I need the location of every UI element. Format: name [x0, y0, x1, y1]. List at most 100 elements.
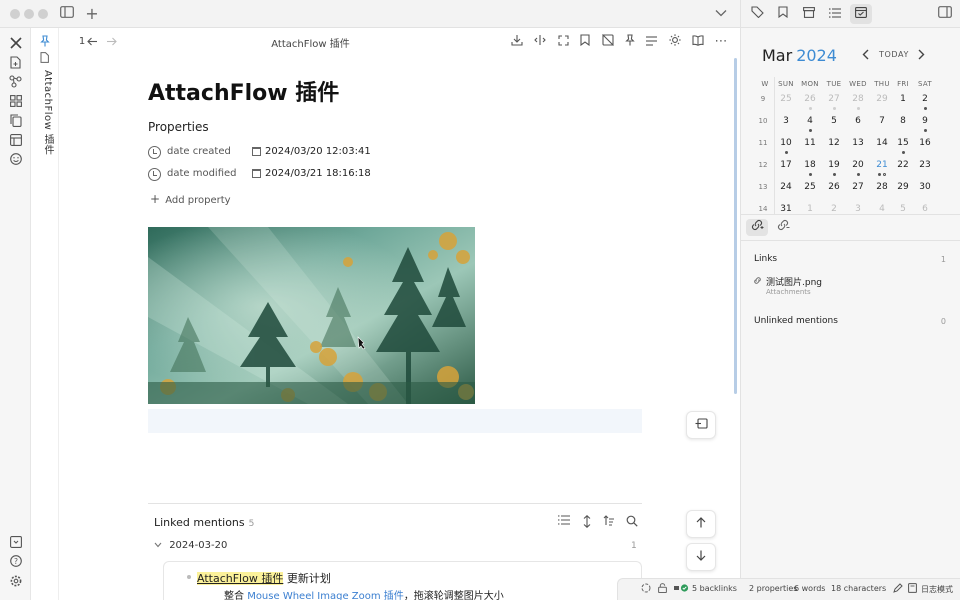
bookmark-page-icon[interactable] — [577, 34, 593, 50]
property-value[interactable]: 2024/03/20 12:03:41 — [265, 146, 371, 157]
calendar-day[interactable]: 11 — [798, 138, 822, 148]
properties-heading[interactable]: Properties — [148, 120, 209, 134]
calendar-day[interactable]: 28 — [846, 94, 870, 104]
backlinks-tab[interactable] — [746, 219, 768, 236]
calendar-day[interactable]: 24 — [774, 182, 798, 192]
template-icon[interactable] — [8, 134, 23, 149]
calendar-day[interactable]: 31 — [774, 204, 798, 214]
sidebar-float-button[interactable] — [686, 411, 716, 439]
calendar-week-number[interactable]: 14 — [753, 205, 773, 213]
sort-icon[interactable] — [602, 515, 616, 529]
calendar-day[interactable]: 10 — [774, 138, 798, 148]
calendar-day[interactable]: 12 — [822, 138, 846, 148]
embed-block[interactable] — [148, 409, 642, 433]
calendar-day[interactable]: 5 — [891, 204, 915, 214]
calendar-icon[interactable] — [850, 4, 872, 24]
graph-icon[interactable] — [8, 75, 23, 90]
calendar-day[interactable]: 23 — [913, 160, 937, 170]
calendar-week-number[interactable]: 12 — [753, 161, 773, 169]
pin-icon[interactable] — [40, 35, 50, 50]
backlinks-count[interactable]: 5 backlinks — [692, 584, 737, 593]
unlinked-section-title[interactable]: Unlinked mentions — [754, 316, 838, 326]
list-icon[interactable] — [644, 34, 660, 50]
close-icon[interactable] — [8, 37, 23, 52]
grid-icon[interactable] — [8, 95, 23, 110]
collapse-icon[interactable] — [580, 515, 594, 529]
mention-line[interactable]: AttachFlow 插件 更新计划 — [197, 570, 331, 586]
download-icon[interactable] — [509, 34, 525, 50]
fullscreen-icon[interactable] — [555, 34, 571, 50]
bookmark-icon[interactable] — [772, 4, 794, 24]
journal-icon[interactable] — [907, 583, 918, 594]
plugin-status-icon[interactable] — [673, 583, 689, 594]
sidebar-right-icon[interactable] — [934, 4, 956, 24]
linked-mentions-header[interactable]: Linked mentions 5 — [154, 516, 254, 529]
outgoing-links-tab[interactable] — [772, 219, 794, 236]
archive-icon[interactable] — [798, 4, 820, 24]
vault-icon[interactable] — [8, 536, 23, 551]
scrollbar[interactable] — [734, 58, 737, 394]
calendar-day[interactable]: 17 — [774, 160, 798, 170]
mention-group-header[interactable]: 2024-03-20 — [154, 540, 227, 551]
calendar-day[interactable]: 15 — [891, 138, 915, 148]
property-name[interactable]: date modified — [167, 168, 237, 179]
zoom-window-button[interactable] — [38, 9, 48, 19]
lock-icon[interactable] — [657, 583, 668, 594]
link-item-name[interactable]: 测试图片.png — [766, 275, 822, 288]
calendar-week-number[interactable]: 10 — [753, 117, 773, 125]
calendar-day[interactable]: 2 — [822, 204, 846, 214]
calendar-day[interactable]: 16 — [913, 138, 937, 148]
calendar-day[interactable]: 26 — [798, 94, 822, 104]
calendar-day[interactable]: 6 — [913, 204, 937, 214]
calendar-day[interactable]: 27 — [846, 182, 870, 192]
journal-mode-label[interactable]: 日志模式 — [921, 584, 953, 595]
no-image-icon[interactable] — [600, 34, 616, 50]
mention-highlight[interactable]: AttachFlow 插件 — [197, 572, 284, 585]
scroll-down-button[interactable] — [686, 543, 716, 571]
calendar-day[interactable]: 8 — [891, 116, 915, 126]
pin-page-icon[interactable] — [622, 34, 638, 50]
calendar-day[interactable]: 19 — [822, 160, 846, 170]
calendar-day[interactable]: 13 — [846, 138, 870, 148]
sun-icon[interactable] — [667, 34, 683, 50]
calendar-day[interactable]: 6 — [846, 116, 870, 126]
calendar-day[interactable]: 1 — [891, 94, 915, 104]
pinned-tab-label[interactable]: AttachFlow 插件 — [40, 70, 55, 155]
calendar-day[interactable]: 1 — [798, 204, 822, 214]
tags-icon[interactable] — [746, 4, 768, 24]
property-row[interactable]: date modified 2024/03/21 18:16:18 — [148, 167, 428, 183]
mention-sub-line[interactable]: 整合 Mouse Wheel Image Zoom 插件，拖滚轮调整图片大小 — [224, 587, 504, 600]
calendar-day[interactable]: 25 — [774, 94, 798, 104]
calendar-day[interactable]: 30 — [913, 182, 937, 192]
property-name[interactable]: date created — [167, 146, 231, 157]
smile-icon[interactable] — [8, 153, 23, 168]
add-property-button[interactable]: + Add property — [150, 192, 231, 206]
calendar-week-number[interactable]: 9 — [753, 95, 773, 103]
editor-mode-icon[interactable] — [892, 583, 903, 594]
chevron-down-icon[interactable] — [713, 6, 729, 22]
list-view-icon[interactable] — [557, 515, 571, 529]
mention-card[interactable]: AttachFlow 插件 更新计划 整合 Mouse Wheel Image … — [163, 561, 642, 600]
minimize-window-button[interactable] — [24, 9, 34, 19]
calendar-day[interactable]: 5 — [822, 116, 846, 126]
outline-icon[interactable] — [824, 4, 846, 24]
sidebar-toggle-icon[interactable] — [59, 6, 75, 22]
calendar-day[interactable]: 3 — [774, 116, 798, 126]
sync-icon[interactable] — [640, 583, 651, 594]
calendar-day[interactable]: 29 — [891, 182, 915, 192]
search-icon[interactable] — [625, 515, 639, 529]
calendar-day[interactable]: 2 — [913, 94, 937, 104]
calendar-week-number[interactable]: 13 — [753, 183, 773, 191]
split-icon[interactable] — [532, 34, 548, 50]
book-icon[interactable] — [690, 34, 706, 50]
calendar-week-number[interactable]: 11 — [753, 139, 773, 147]
calendar-day[interactable]: 3 — [846, 204, 870, 214]
property-row[interactable]: date created 2024/03/20 12:03:41 — [148, 145, 428, 161]
calendar-day[interactable]: 18 — [798, 160, 822, 170]
embedded-image[interactable] — [148, 227, 475, 404]
calendar-day[interactable]: 26 — [822, 182, 846, 192]
scroll-up-button[interactable] — [686, 510, 716, 538]
mention-sub-link[interactable]: Mouse Wheel Image Zoom 插件 — [247, 591, 404, 600]
calendar-day[interactable]: 20 — [846, 160, 870, 170]
calendar-day[interactable]: 4 — [798, 116, 822, 126]
